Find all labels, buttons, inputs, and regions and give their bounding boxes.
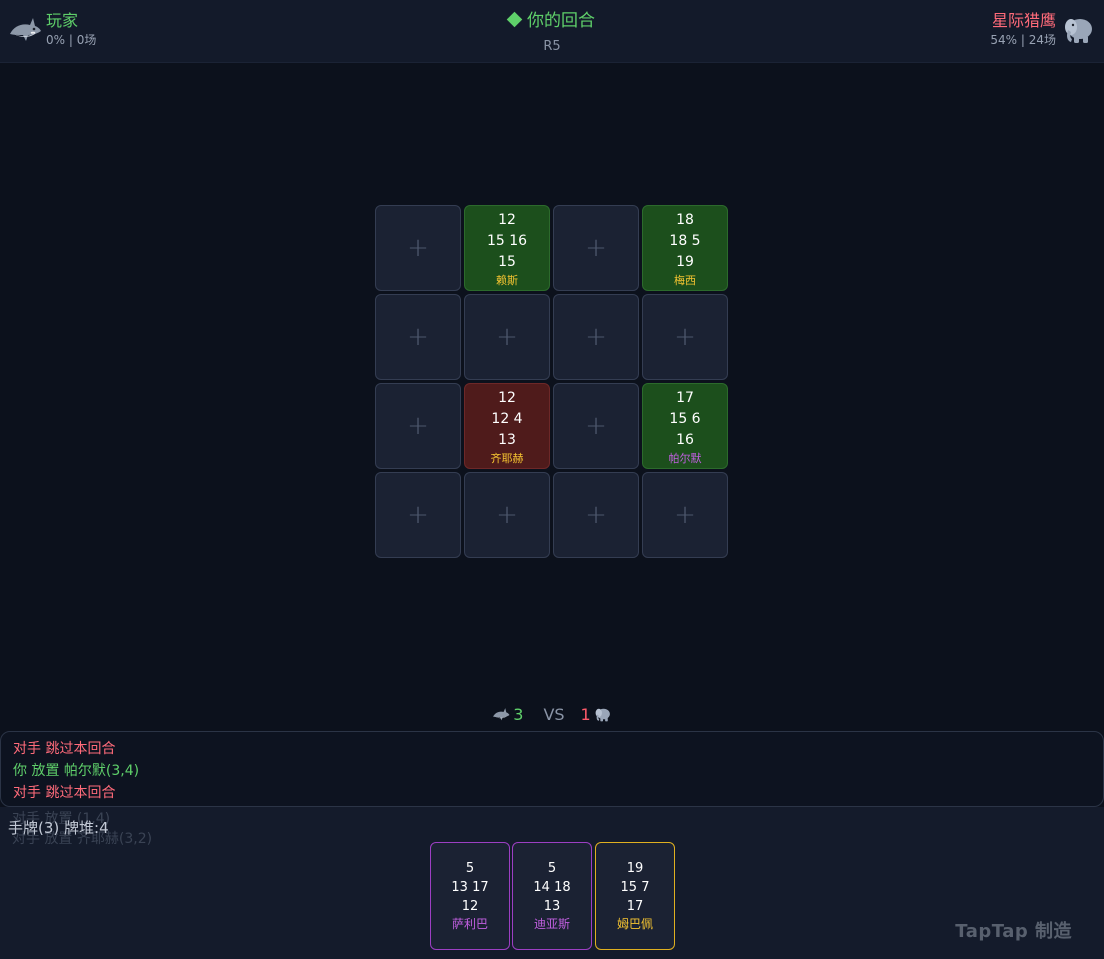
card-top-value: 12 (498, 212, 516, 228)
card-top-value: 5 (547, 861, 557, 876)
card-name: 齐耶赫 (490, 452, 524, 465)
plus-icon: + (674, 322, 696, 352)
card-top-value: 19 (626, 861, 644, 876)
elephant-icon (595, 708, 610, 722)
board-slot-empty[interactable]: + (553, 383, 639, 469)
shark-icon (493, 708, 510, 721)
card-side-values: 15 6 (669, 411, 701, 427)
card-top-value: 18 (676, 212, 694, 228)
board-slot-empty[interactable]: + (553, 205, 639, 291)
log-line: 你 放置 帕尔默(3,4) (13, 763, 140, 779)
diamond-icon (506, 11, 523, 28)
card-bottom-value: 17 (626, 899, 644, 914)
opponent-panel: 星际猎鹰 54% | 24场 (990, 10, 1096, 48)
vs-label: VS (543, 705, 565, 724)
card-top-value: 12 (498, 390, 516, 406)
plus-icon: + (407, 500, 429, 530)
board-slot-empty[interactable]: + (553, 294, 639, 380)
plus-icon: + (585, 233, 607, 263)
board-slot-empty[interactable]: + (464, 472, 550, 558)
board-card[interactable]: 17 15 6 16 帕尔默 (642, 383, 728, 469)
plus-icon: + (407, 233, 429, 263)
card-name: 迪亚斯 (533, 917, 570, 931)
board-slot-empty[interactable]: + (464, 294, 550, 380)
card-bottom-value: 12 (461, 899, 479, 914)
board-slot-empty[interactable]: + (553, 472, 639, 558)
card-side-values: 12 4 (491, 411, 523, 427)
card-bottom-value: 13 (543, 899, 561, 914)
card-top-value: 17 (676, 390, 694, 406)
game-log[interactable]: 对手 跳过本回合你 放置 帕尔默(3,4) 对手 跳过本回合 (0, 731, 1104, 807)
card-side-values: 18 5 (669, 233, 701, 249)
card-side-values: 13 17 (451, 880, 489, 895)
round-label: R5 (543, 39, 561, 54)
plus-icon: + (496, 322, 518, 352)
plus-icon: + (585, 322, 607, 352)
board-card[interactable]: 12 15 16 15 赖斯 (464, 205, 550, 291)
game-board: +12 15 16 15 赖斯 +18 18 5 19 梅西 + + + + +12 12 4 13 齐耶赫 +… (375, 205, 728, 558)
card-side-values: 14 18 (533, 880, 571, 895)
board-slot-empty[interactable]: + (375, 205, 461, 291)
card-bottom-value: 15 (498, 254, 516, 270)
board-slot-empty[interactable]: + (375, 472, 461, 558)
hand-label: 手牌(3) 牌堆:4 (8, 819, 109, 837)
opponent-name: 星际猎鹰 (991, 11, 1056, 30)
card-top-value: 5 (465, 861, 475, 876)
elephant-icon (1065, 19, 1092, 43)
card-side-values: 15 16 (486, 233, 528, 249)
card-bottom-value: 16 (676, 432, 694, 448)
board-card[interactable]: 12 12 4 13 齐耶赫 (464, 383, 550, 469)
board-slot-empty[interactable]: + (375, 294, 461, 380)
board-card[interactable]: 18 18 5 19 梅西 (642, 205, 728, 291)
plus-icon: + (585, 411, 607, 441)
plus-icon: + (585, 500, 607, 530)
player-score: 3 (513, 705, 524, 724)
card-bottom-value: 19 (676, 254, 694, 270)
plus-icon: + (407, 411, 429, 441)
score-bar: 3 VS 1 (0, 704, 1104, 726)
board-slot-empty[interactable]: + (375, 383, 461, 469)
opponent-score: 1 (580, 705, 591, 724)
card-name: 姆巴佩 (616, 917, 653, 931)
hand-card[interactable]: 5 13 17 12 萨利巴 (430, 842, 510, 950)
board-slot-empty[interactable]: + (642, 294, 728, 380)
turn-label: 你的回合 (527, 11, 595, 31)
plus-icon: + (496, 500, 518, 530)
plus-icon: + (674, 500, 696, 530)
card-name: 帕尔默 (668, 452, 702, 465)
log-line: 对手 跳过本回合 (13, 785, 116, 801)
turn-indicator: 你的回合 R5 (0, 9, 1104, 57)
hand-area: 对手 放置 (1,4) 对手 放置 齐耶赫(3,2) 手牌(3) 牌堆:4 Ta… (0, 807, 1104, 959)
log-line: 对手 跳过本回合 (13, 741, 116, 757)
taptap-watermark: TapTap 制造 (955, 921, 1072, 942)
board-slot-empty[interactable]: + (642, 472, 728, 558)
card-name: 萨利巴 (451, 917, 488, 931)
card-side-values: 15 7 (620, 880, 650, 895)
card-name: 梅西 (674, 274, 696, 287)
card-name: 赖斯 (496, 274, 518, 287)
hand-card[interactable]: 19 15 7 17 姆巴佩 (595, 842, 675, 950)
opponent-stats: 54% | 24场 (990, 33, 1056, 47)
hand-card[interactable]: 5 14 18 13 迪亚斯 (512, 842, 592, 950)
plus-icon: + (407, 322, 429, 352)
top-bar: 玩家 0% | 0场 你的回合 R5 星际猎鹰 54% | 24场 (0, 0, 1104, 63)
card-bottom-value: 13 (498, 432, 516, 448)
